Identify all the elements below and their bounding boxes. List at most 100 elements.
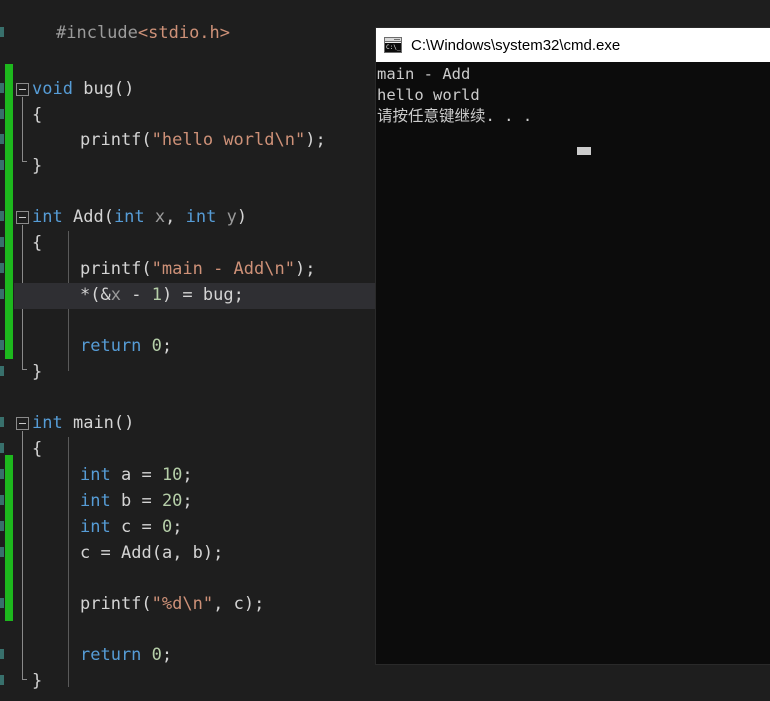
code-token: ()	[113, 79, 135, 99]
code-token: Add	[120, 543, 152, 563]
code-token: =	[131, 465, 162, 485]
console-output-line: main - Add	[377, 65, 471, 83]
code-token: int	[113, 207, 145, 227]
code-line-text: c = Add(a, b);	[0, 541, 223, 567]
code-line-text: }	[0, 154, 42, 180]
code-token: a	[120, 465, 132, 485]
code-token: );	[294, 259, 316, 279]
code-line[interactable]: *(&x - 1) = bug;	[0, 283, 244, 309]
code-line[interactable]	[0, 180, 32, 206]
code-token: void	[32, 79, 73, 99]
code-line-text: return 0;	[0, 643, 172, 669]
code-line-text: int main()	[0, 411, 134, 437]
code-token: 10	[161, 465, 183, 485]
code-token: -	[120, 285, 152, 305]
code-line[interactable]: printf("%d\n", c);	[0, 592, 264, 618]
code-token: ) =	[161, 285, 203, 305]
code-line[interactable]: printf("main - Add\n");	[0, 257, 315, 283]
code-token: Add	[72, 207, 104, 227]
code-token: 1	[151, 285, 162, 305]
code-token: int	[32, 207, 63, 227]
code-line[interactable]	[0, 47, 32, 73]
code-line[interactable]: int c = 0;	[0, 515, 182, 541]
code-token: y	[226, 207, 237, 227]
code-token: <stdio.h>	[137, 23, 231, 43]
code-token: ,	[213, 594, 234, 614]
code-token: x	[154, 207, 166, 227]
code-line[interactable]: int main()	[0, 411, 134, 437]
code-line[interactable]: printf("hello world\n");	[0, 128, 326, 154]
code-line[interactable]: c = Add(a, b);	[0, 541, 223, 567]
cmd-window[interactable]: C:\_ C:\Windows\system32\cmd.exe main - …	[376, 28, 770, 664]
code-token: b	[192, 543, 203, 563]
code-line-text: }	[0, 360, 42, 386]
code-line[interactable]	[0, 567, 32, 593]
code-line-text: printf("main - Add\n");	[0, 257, 315, 283]
code-line[interactable]: }	[0, 669, 42, 695]
code-token: 0	[151, 336, 162, 356]
code-line[interactable]: #include<stdio.h>	[0, 21, 230, 47]
code-token: {	[32, 105, 43, 125]
code-token: {	[32, 233, 43, 253]
code-line[interactable]: void bug()	[0, 77, 134, 103]
code-line[interactable]: {	[0, 437, 42, 463]
console-output-line: hello world	[377, 86, 480, 104]
code-token: ,	[165, 207, 186, 227]
code-token: );	[305, 130, 326, 150]
code-line[interactable]	[0, 386, 32, 412]
code-line[interactable]: }	[0, 360, 42, 386]
code-token: ;	[161, 645, 173, 665]
code-line[interactable]: {	[0, 231, 42, 257]
code-token: ;	[233, 285, 244, 305]
cmd-cursor	[577, 147, 591, 155]
code-line-text: }	[0, 669, 42, 695]
cmd-window-title: C:\Windows\system32\cmd.exe	[411, 36, 621, 54]
code-line[interactable]	[0, 309, 32, 335]
code-token: bug	[83, 79, 114, 99]
code-token: 20	[161, 491, 183, 511]
code-token: {	[32, 439, 43, 459]
code-token: c	[233, 594, 244, 614]
cmd-icon-glyph: C:\_	[385, 43, 401, 52]
code-line-text: int b = 20;	[0, 489, 193, 515]
code-token: int	[80, 517, 111, 537]
code-line-text: void bug()	[0, 77, 134, 103]
code-token: )	[236, 207, 248, 227]
code-line[interactable]: int b = 20;	[0, 489, 193, 515]
code-token: =	[131, 491, 162, 511]
cmd-console-output[interactable]: main - Add hello world 请按任意键继续. . .	[376, 62, 770, 664]
code-token: "main - Add\n"	[151, 259, 295, 279]
code-line[interactable]: int Add(int x, int y)	[0, 205, 247, 231]
code-line-text: *(&x - 1) = bug;	[0, 283, 244, 309]
code-line[interactable]: return 0;	[0, 643, 172, 669]
code-token: (	[103, 207, 114, 227]
code-token: );	[243, 594, 265, 614]
code-line[interactable]: int a = 10;	[0, 463, 193, 489]
code-token: *(&	[80, 285, 111, 305]
code-token: ,	[172, 543, 193, 563]
code-token: main	[72, 413, 114, 433]
code-line-text: {	[0, 231, 42, 257]
code-token: ()	[113, 413, 135, 433]
code-token: int	[80, 465, 111, 485]
code-line[interactable]	[0, 618, 32, 644]
code-line[interactable]: {	[0, 103, 42, 129]
code-token: 0	[151, 645, 162, 665]
code-line-text: printf("hello world\n");	[0, 128, 326, 154]
code-token: (	[141, 130, 152, 150]
code-token: printf	[80, 594, 142, 614]
code-line[interactable]: }	[0, 154, 42, 180]
code-token: }	[32, 156, 43, 176]
code-token: ;	[182, 491, 193, 511]
code-token: (	[141, 594, 152, 614]
code-token: ;	[182, 465, 193, 485]
code-token: =	[131, 517, 162, 537]
code-token: int	[185, 207, 217, 227]
cmd-titlebar[interactable]: C:\_ C:\Windows\system32\cmd.exe	[376, 28, 770, 62]
code-line[interactable]: return 0;	[0, 334, 172, 360]
